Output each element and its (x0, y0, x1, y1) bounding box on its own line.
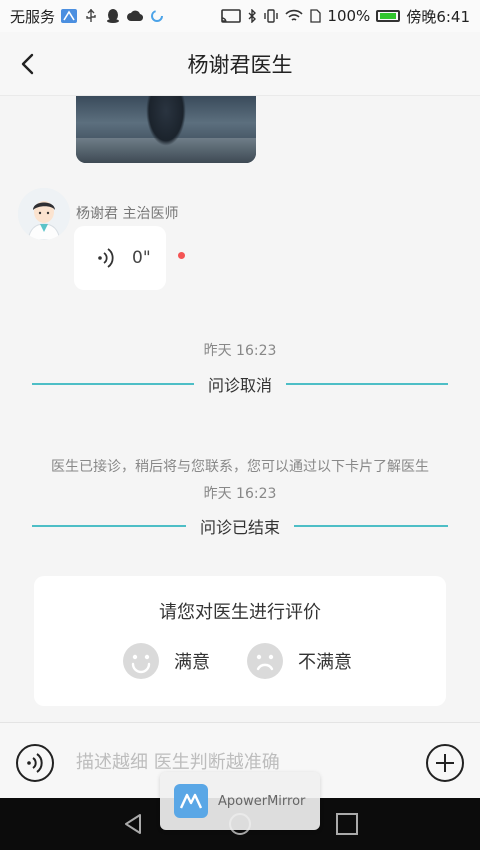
sim-icon (310, 9, 322, 23)
cloud-upload-icon (127, 10, 144, 22)
apowermirror-logo-icon (174, 784, 208, 818)
overlay-label: ApowerMirror (218, 793, 306, 809)
divider-line (286, 383, 449, 385)
wifi-icon (285, 9, 304, 21)
doctor-avatar-icon (18, 188, 70, 240)
rating-card: 请您对医生进行评价 满意 不满意 (34, 576, 446, 706)
divider-line (32, 525, 186, 527)
consult-ended-divider: 问诊已结束 (32, 516, 449, 537)
unread-dot (178, 252, 185, 259)
cast-icon (221, 9, 242, 23)
page-title: 杨谢君医生 (187, 52, 293, 77)
divider-label: 问诊取消 (208, 376, 273, 395)
sad-face-icon (247, 643, 283, 679)
nav-back-icon[interactable] (122, 813, 144, 835)
voice-wave-icon (27, 753, 43, 773)
bluetooth-icon (248, 9, 257, 23)
timestamp: 昨天 16:23 (203, 343, 277, 359)
voice-input-button[interactable] (16, 744, 54, 782)
satisfied-label: 满意 (174, 652, 210, 673)
usb-icon (86, 9, 96, 22)
battery-icon (376, 10, 401, 22)
qq-icon (107, 9, 120, 23)
doctor-card-image[interactable] (76, 96, 256, 163)
rating-title: 请您对医生进行评价 (159, 602, 321, 623)
add-attachment-button[interactable] (426, 744, 464, 782)
image-figure (146, 96, 186, 146)
app-mirror-icon (61, 9, 78, 23)
system-notice: 医生已接诊，稍后将与您联系，您可以通过以下卡片了解医生 (51, 459, 429, 475)
header: 杨谢君医生 (0, 32, 480, 96)
consult-cancelled-divider: 问诊取消 (32, 374, 449, 395)
unsatisfied-button[interactable]: 不满意 (246, 642, 352, 680)
voice-duration: 0" (132, 248, 151, 268)
status-time: 傍晚6:41 (406, 7, 470, 26)
doctor-avatar[interactable] (18, 188, 70, 240)
divider-label: 问诊已结束 (200, 518, 281, 537)
unsatisfied-label: 不满意 (298, 652, 352, 673)
timestamp: 昨天 16:23 (203, 486, 277, 502)
back-arrow-icon[interactable] (18, 52, 40, 76)
divider-line (294, 525, 449, 527)
vibrate-icon (264, 9, 279, 23)
apowermirror-overlay[interactable]: ApowerMirror (160, 772, 320, 830)
nav-recent-icon[interactable] (336, 813, 358, 835)
loading-circle-icon (151, 10, 164, 22)
smile-face-icon (123, 643, 159, 679)
battery-percent: 100% (327, 7, 371, 25)
satisfied-button[interactable]: 满意 (122, 642, 210, 680)
status-bar: 无服务 100% 傍晚6:41 (0, 0, 480, 32)
voice-wave-icon (98, 248, 114, 268)
carrier-label: 无服务 (10, 7, 56, 26)
divider-line (32, 383, 194, 385)
voice-message-bubble[interactable]: 0" (74, 226, 166, 290)
doctor-name-title: 杨谢君 主治医师 (76, 206, 179, 222)
